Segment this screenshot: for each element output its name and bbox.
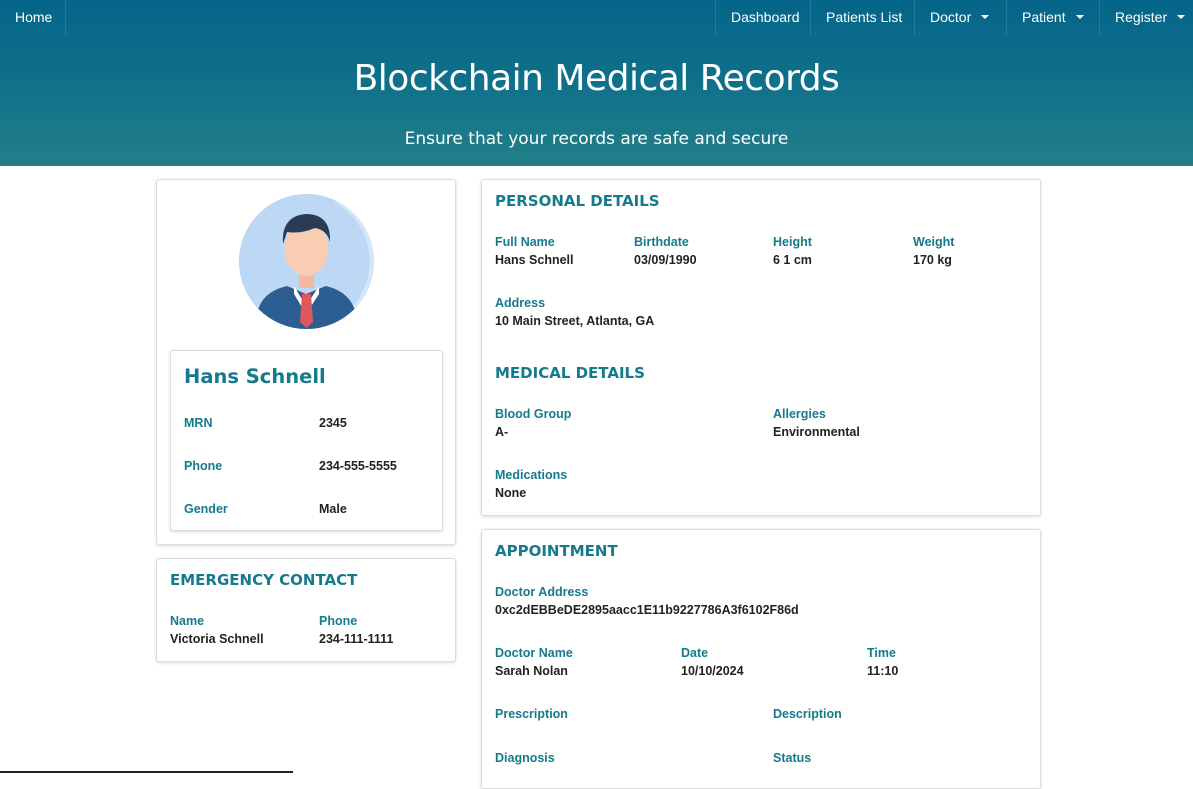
time-label: Time — [867, 646, 896, 660]
emergency-name-label: Name — [170, 614, 205, 628]
top-navbar: Home Dashboard Patients List Doctor Pati… — [0, 0, 1193, 35]
diagnosis-label: Diagnosis — [495, 751, 555, 765]
address-value: 10 Main Street, Atlanta, GA — [495, 314, 655, 328]
blood-group-label: Blood Group — [495, 407, 572, 421]
nav-patient-label: Patient — [1022, 9, 1066, 25]
emergency-phone-label: Phone — [319, 614, 358, 628]
mrn-value: 2345 — [319, 416, 347, 430]
nav-patients-list[interactable]: Patients List — [810, 0, 914, 35]
nav-home[interactable]: Home — [15, 0, 52, 35]
chevron-down-icon — [1177, 15, 1186, 20]
chevron-down-icon — [1075, 15, 1084, 20]
height-label: Height — [773, 235, 812, 249]
details-card: PERSONAL DETAILS Full Name Hans Schnell … — [481, 179, 1041, 516]
weight-label: Weight — [913, 235, 955, 249]
phone-label: Phone — [184, 459, 223, 473]
allergies-value: Environmental — [773, 425, 860, 439]
birthdate-label: Birthdate — [634, 235, 689, 249]
nav-register-label: Register — [1115, 9, 1168, 25]
appointment-heading: APPOINTMENT — [495, 542, 618, 560]
full-name-label: Full Name — [495, 235, 555, 249]
nav-divider — [65, 0, 66, 35]
address-label: Address — [495, 296, 546, 310]
emergency-name-value: Victoria Schnell — [170, 632, 264, 646]
date-value: 10/10/2024 — [681, 664, 744, 678]
chevron-down-icon — [981, 15, 990, 20]
medications-label: Medications — [495, 468, 568, 482]
page-header: Home Dashboard Patients List Doctor Pati… — [0, 0, 1193, 166]
allergies-label: Allergies — [773, 407, 826, 421]
weight-value: 170 kg — [913, 253, 952, 267]
birthdate-value: 03/09/1990 — [634, 253, 697, 267]
mrn-label: MRN — [184, 416, 213, 430]
prescription-label: Prescription — [495, 707, 568, 721]
doctor-address-label: Doctor Address — [495, 585, 589, 599]
medications-value: None — [495, 486, 527, 500]
time-value: 11:10 — [867, 664, 899, 678]
doctor-name-label: Doctor Name — [495, 646, 573, 660]
date-label: Date — [681, 646, 709, 660]
phone-value: 234-555-5555 — [319, 459, 397, 473]
emergency-contact-heading: EMERGENCY CONTACT — [170, 571, 358, 589]
nav-register-dropdown[interactable]: Register — [1099, 0, 1193, 35]
nav-patient-dropdown[interactable]: Patient — [1006, 0, 1099, 35]
personal-details-heading: PERSONAL DETAILS — [495, 192, 660, 210]
businessman-avatar-icon — [239, 194, 374, 329]
patient-name: Hans Schnell — [184, 365, 326, 388]
height-value: 6 1 cm — [773, 253, 812, 267]
full-name-value: Hans Schnell — [495, 253, 574, 267]
profile-summary-card: Hans Schnell MRN 2345 Phone 234-555-5555… — [170, 350, 443, 531]
gender-label: Gender — [184, 502, 228, 516]
emergency-phone-value: 234-111-1111 — [319, 632, 394, 646]
page-subtitle: Ensure that your records are safe and se… — [404, 129, 789, 149]
description-label: Description — [773, 707, 842, 721]
blood-group-value: A- — [495, 425, 509, 439]
nav-dashboard[interactable]: Dashboard — [715, 0, 810, 35]
nav-doctor-label: Doctor — [930, 9, 972, 25]
status-label: Status — [773, 751, 812, 765]
doctor-name-value: Sarah Nolan — [495, 664, 568, 678]
doctor-address-value: 0xc2dEBBeDE2895aacc1E11b9227786A3f6102F8… — [495, 603, 799, 617]
emergency-contact-card: EMERGENCY CONTACT Name Victoria Schnell … — [156, 558, 456, 662]
gender-value: Male — [319, 502, 347, 516]
page-title: Blockchain Medical Records — [353, 58, 840, 99]
medical-details-heading: MEDICAL DETAILS — [495, 364, 645, 382]
nav-doctor-dropdown[interactable]: Doctor — [914, 0, 1006, 35]
appointment-card: APPOINTMENT Doctor Address 0xc2dEBBeDE28… — [481, 529, 1041, 789]
profile-card: Hans Schnell MRN 2345 Phone 234-555-5555… — [156, 179, 456, 545]
